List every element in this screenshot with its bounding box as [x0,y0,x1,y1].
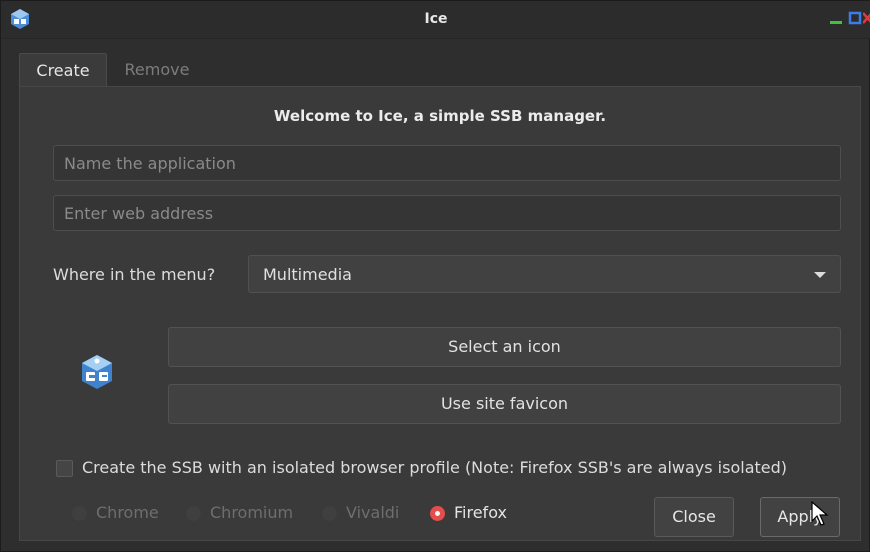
radio-label: Firefox [454,503,507,522]
browser-radio-chrome[interactable]: Chrome [72,501,172,525]
radio-dot-icon [72,506,87,521]
isolated-profile-checkbox[interactable] [56,460,73,477]
app-name-input[interactable] [53,145,841,181]
mouse-pointer-icon [811,501,829,526]
radio-label: Vivaldi [346,503,400,522]
chevron-down-icon [814,272,826,278]
close-icon[interactable] [863,9,870,27]
menu-category-value: Multimedia [263,265,352,284]
radio-label: Chromium [210,503,294,522]
radio-dot-icon [186,506,201,521]
app-icon-preview [82,355,112,389]
tab-create[interactable]: Create [19,53,107,87]
menu-category-select[interactable]: Multimedia [248,255,841,293]
browser-radio-firefox[interactable]: Firefox [430,501,530,525]
isolated-profile-label[interactable]: Create the SSB with an isolated browser … [82,458,787,477]
tab-remove[interactable]: Remove [111,53,203,87]
radio-label: Chrome [96,503,159,522]
select-icon-button[interactable]: Select an icon [168,327,841,367]
close-button[interactable]: Close [654,497,734,537]
create-panel: Welcome to Ice, a simple SSB manager. Wh… [19,86,861,541]
use-favicon-button[interactable]: Use site favicon [168,384,841,424]
window-title: Ice [424,11,448,27]
radio-dot-icon [322,506,337,521]
minimize-icon[interactable] [827,9,845,27]
ice-window: Ice Create Remove Welcome to Ice, a simp… [0,0,870,552]
menu-category-label: Where in the menu? [53,265,216,284]
radio-dot-icon [430,506,445,521]
maximize-icon[interactable] [846,9,864,27]
title-bar[interactable]: Ice [1,1,870,39]
web-address-input[interactable] [53,195,841,231]
browser-radio-chromium[interactable]: Chromium [186,501,306,525]
welcome-heading: Welcome to Ice, a simple SSB manager. [273,107,607,125]
browser-radio-vivaldi[interactable]: Vivaldi [322,501,422,525]
